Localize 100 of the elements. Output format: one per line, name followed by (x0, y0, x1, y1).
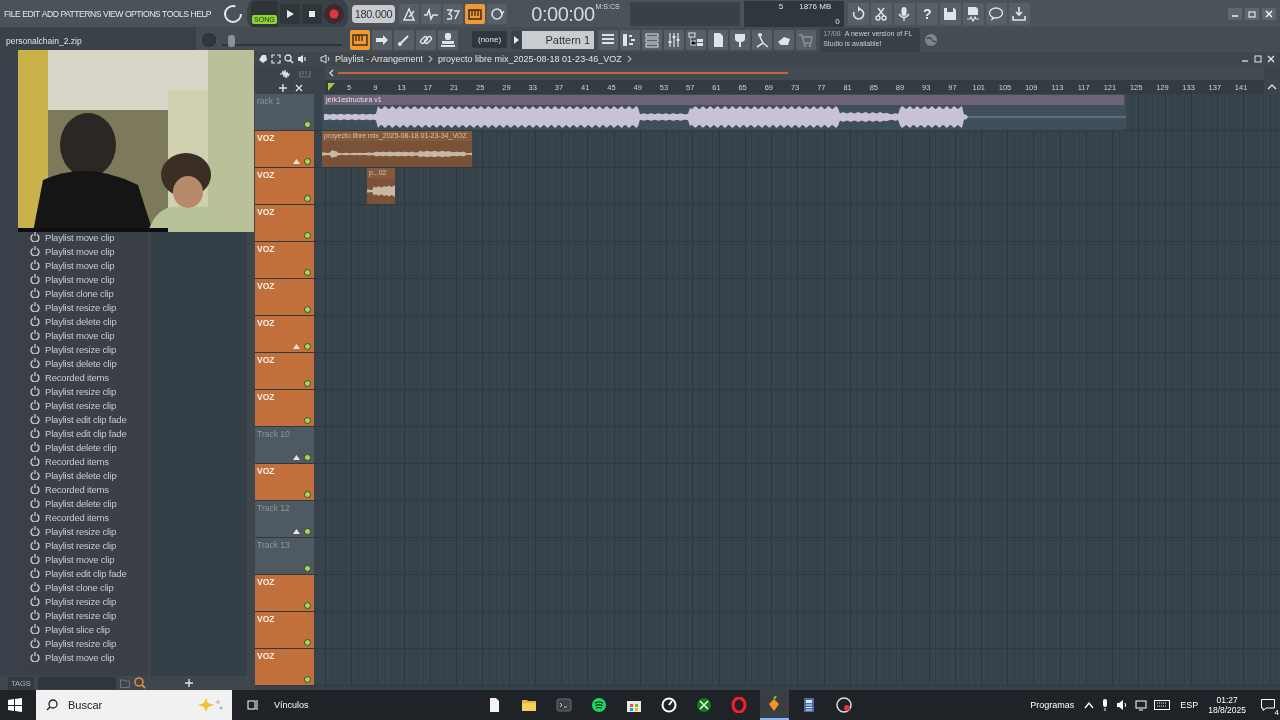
speaker-icon[interactable] (297, 54, 307, 64)
toolbar-button[interactable] (985, 2, 1007, 25)
toolbar-button[interactable] (443, 3, 464, 24)
pattern-prev-button[interactable] (511, 30, 522, 49)
history-item[interactable]: Playlist move clip (45, 329, 115, 341)
history-item[interactable]: Recorded items (45, 483, 109, 495)
menu-item[interactable]: HELP (190, 8, 212, 19)
led-icon[interactable] (304, 528, 311, 535)
history-item[interactable]: Playlist edit clip fade (45, 427, 127, 439)
tags-field[interactable] (37, 677, 116, 689)
toolbar-button[interactable] (598, 29, 619, 50)
toolbar-button[interactable] (642, 29, 663, 50)
history-item[interactable]: Playlist move clip (45, 273, 115, 285)
led-icon[interactable] (304, 380, 311, 387)
led-icon[interactable] (304, 602, 311, 609)
history-item[interactable]: Playlist resize clip (45, 539, 116, 551)
stop-button[interactable] (301, 3, 322, 24)
history-item[interactable]: Playlist clone clip (45, 581, 114, 593)
history-item[interactable]: Playlist move clip (45, 245, 115, 257)
history-item[interactable]: Playlist resize clip (45, 301, 116, 313)
history-item[interactable]: Playlist move clip (45, 651, 115, 663)
history-item[interactable]: Playlist move clip (45, 259, 115, 271)
play-button[interactable] (279, 3, 300, 24)
chevron-up-icon[interactable] (1084, 701, 1095, 709)
toolbar-button[interactable] (372, 29, 392, 50)
history-item[interactable]: Playlist resize clip (45, 525, 116, 537)
led-icon[interactable] (304, 676, 311, 683)
toolbar-button[interactable] (847, 2, 869, 25)
history-item[interactable]: Playlist resize clip (45, 595, 116, 607)
toolbar-button[interactable] (796, 29, 817, 50)
history-item[interactable]: Playlist resize clip (45, 609, 116, 621)
speaker-icon[interactable] (1116, 699, 1129, 711)
led-icon[interactable] (304, 491, 311, 498)
led-icon[interactable] (304, 565, 311, 572)
plus-icon[interactable] (279, 83, 287, 92)
search-icon[interactable] (133, 677, 146, 689)
led-icon[interactable] (304, 306, 311, 313)
toolbar-button[interactable] (708, 29, 729, 50)
waveform-icon[interactable] (279, 68, 291, 79)
programs-label[interactable]: Programas (1030, 700, 1075, 710)
history-item[interactable]: Playlist delete clip (45, 441, 117, 453)
close-icon[interactable] (1262, 7, 1276, 20)
menu-item[interactable]: EDIT (22, 8, 40, 19)
menu-item[interactable]: TOOLS (162, 8, 189, 19)
toolbar-button[interactable] (962, 2, 984, 25)
zoom-icon[interactable] (284, 54, 294, 64)
history-item[interactable]: Playlist edit clip fade (45, 413, 127, 425)
history-item[interactable]: Playlist move clip (45, 231, 115, 243)
toolbar-button[interactable] (730, 29, 751, 50)
led-icon[interactable] (304, 121, 311, 128)
history-item[interactable]: Recorded items (45, 511, 109, 523)
restore-icon[interactable] (1254, 55, 1262, 63)
history-item[interactable]: Playlist delete clip (45, 469, 117, 481)
menu-item[interactable]: FILE (4, 8, 21, 19)
history-item[interactable]: Playlist delete clip (45, 315, 117, 327)
toolbar-button[interactable] (752, 29, 773, 50)
search-field[interactable]: Buscar (36, 690, 232, 720)
history-item[interactable]: Playlist resize clip (45, 385, 116, 397)
history-item[interactable]: Playlist clone clip (45, 287, 114, 299)
toolbar-button[interactable] (939, 2, 961, 25)
monitor-icon[interactable] (1135, 699, 1148, 711)
led-icon[interactable] (304, 232, 311, 239)
notification-icon[interactable] (1261, 699, 1275, 711)
led-icon[interactable] (304, 454, 311, 461)
history-item[interactable]: Playlist delete clip (45, 357, 117, 369)
led-icon[interactable] (304, 639, 311, 646)
microphone-icon[interactable] (1101, 699, 1110, 711)
menu-item[interactable]: ADD (41, 8, 59, 19)
toolbar-button[interactable] (350, 29, 370, 50)
slider-thumb[interactable] (227, 34, 235, 47)
taskbar-app-button[interactable] (759, 690, 789, 720)
close-icon[interactable] (295, 83, 303, 92)
history-item[interactable]: Playlist resize clip (45, 399, 116, 411)
clock-area[interactable]: 01:27 18/8/2025 (1204, 695, 1250, 715)
menu-item[interactable]: OPTIONS (124, 8, 161, 19)
pattern-selector[interactable]: Pattern 1 (522, 30, 595, 49)
toolbar-button[interactable] (1008, 2, 1030, 25)
tempo-display[interactable]: 180.000 (351, 4, 396, 23)
toolbar-button[interactable] (399, 3, 420, 24)
history-item[interactable]: Playlist delete clip (45, 497, 117, 509)
history-item[interactable]: Playlist edit clip fade (45, 567, 127, 579)
led-icon[interactable] (304, 343, 311, 350)
led-icon[interactable] (304, 269, 311, 276)
channel-selector[interactable]: (none) (472, 31, 508, 48)
history-item[interactable]: Recorded items (45, 455, 109, 467)
links-toolbar-label[interactable]: Vínculos (274, 700, 309, 710)
toolbar-button[interactable] (416, 29, 436, 50)
toolbar-button[interactable] (870, 2, 892, 25)
toolbar-button[interactable] (664, 29, 685, 50)
history-item[interactable]: Playlist slice clip (45, 623, 110, 635)
close-icon[interactable] (1267, 55, 1275, 63)
restore-icon[interactable] (1245, 7, 1259, 20)
led-icon[interactable] (304, 417, 311, 424)
menu-item[interactable]: PATTERNS (60, 8, 101, 19)
globe-icon[interactable] (924, 32, 939, 47)
led-icon[interactable] (304, 195, 311, 202)
toolbar-button[interactable]: ? (916, 2, 938, 25)
toolbar-button[interactable] (487, 3, 508, 24)
fullscreen-icon[interactable] (271, 54, 281, 64)
menu-item[interactable]: VIEW (102, 8, 123, 19)
